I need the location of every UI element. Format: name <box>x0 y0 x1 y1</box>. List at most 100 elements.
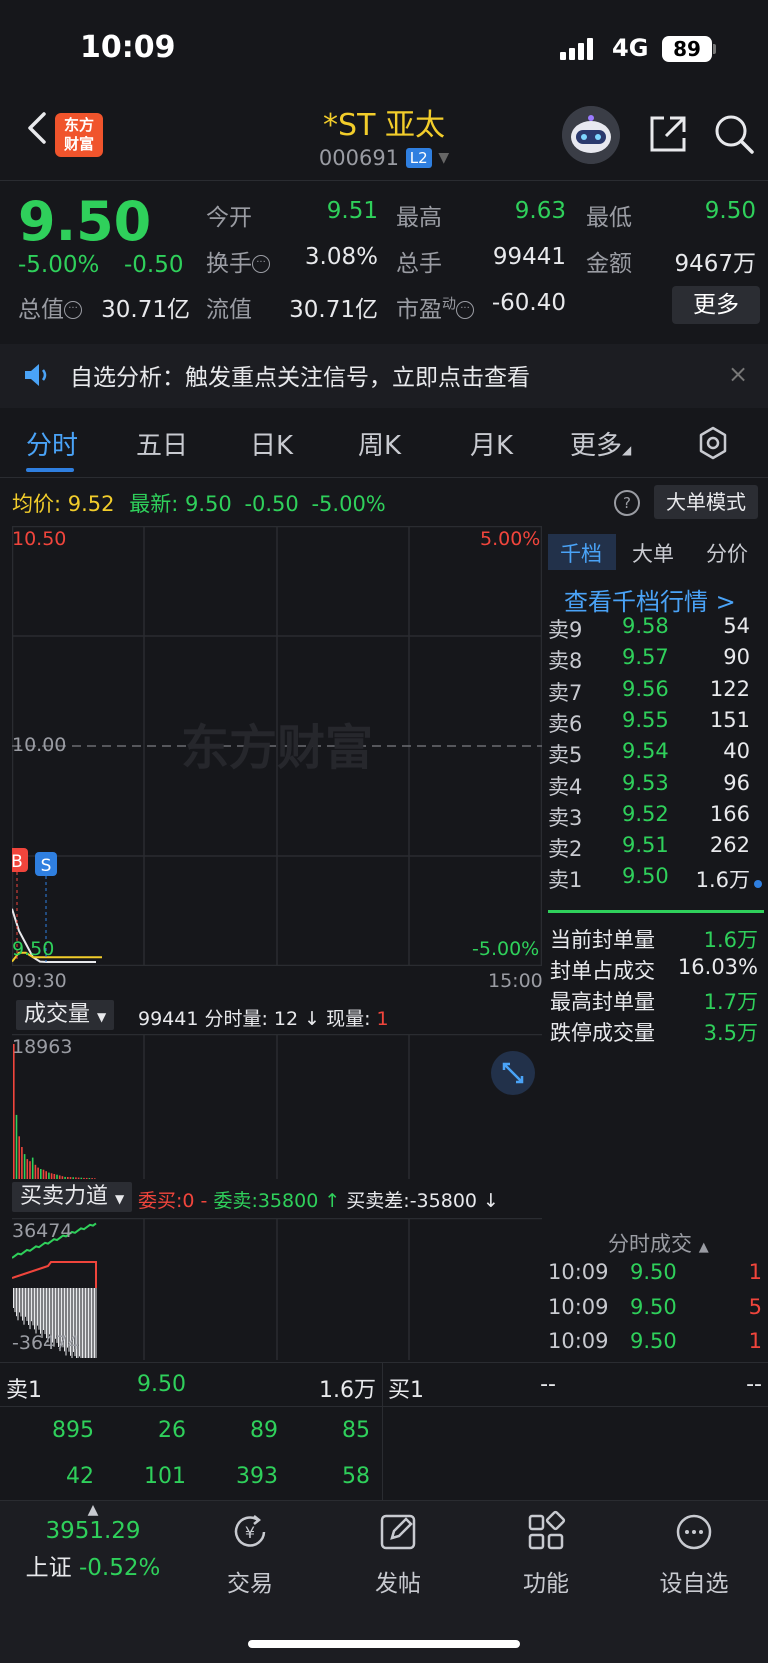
volume-indicator-select[interactable]: 成交量 ▼ <box>16 1000 115 1030</box>
more-dots-icon <box>676 1514 712 1550</box>
info-icon[interactable]: ··· <box>456 301 474 319</box>
trade-qty: 1 <box>748 1329 762 1353</box>
expand-icon[interactable] <box>490 1050 536 1096</box>
dropdown-icon: ▼ <box>438 150 450 166</box>
book-tab-price-dist[interactable]: 分价 <box>706 538 748 568</box>
big-order-mode-button[interactable]: 大单模式 <box>654 485 758 519</box>
gear-icon[interactable] <box>696 426 730 460</box>
tab-more[interactable]: 更多◢ <box>570 425 631 462</box>
ask-row[interactable]: 卖2 9.51 262 <box>548 833 764 864</box>
search-icon[interactable] <box>712 112 756 156</box>
volume-summary: 99441 分时量: 12 ↓ 现量: 1 <box>138 1004 389 1031</box>
nav-functions[interactable]: 功能 <box>486 1510 606 1598</box>
ask-row[interactable]: 卖3 9.52 166 <box>548 802 764 833</box>
close-icon[interactable]: × <box>728 360 748 388</box>
x-axis-start: 09:30 <box>12 970 67 992</box>
amount-value: 9467万 <box>674 251 756 277</box>
float-cap-value: 30.71亿 <box>289 297 378 323</box>
force-diff: 买卖差:-35800 ↓ <box>346 1190 499 1212</box>
more-button[interactable]: 更多 <box>672 286 760 324</box>
tab-five-day[interactable]: 五日 <box>136 425 188 462</box>
help-icon[interactable]: ? <box>614 490 640 516</box>
seal-value: 16.03% <box>677 955 758 979</box>
robot-assistant-icon[interactable] <box>562 106 620 164</box>
ask-row[interactable]: 卖8 9.57 90 <box>548 645 764 676</box>
nav-add-watchlist-label: 设自选 <box>659 1571 729 1597</box>
nav-post[interactable]: 发帖 <box>338 1510 458 1598</box>
volume-bar <box>40 1169 42 1179</box>
speaker-icon <box>25 364 47 386</box>
intraday-price-chart[interactable]: 东方财富 BS <box>12 526 542 966</box>
market-cap-label: 总值 ··· <box>18 290 82 324</box>
change-percent: -5.00% <box>18 252 100 278</box>
grid-icon <box>528 1510 566 1550</box>
open-value: 9.51 <box>326 198 378 224</box>
nav-add-watchlist[interactable]: 设自选 <box>634 1510 754 1598</box>
turnover-label-text: 换手 <box>206 251 252 277</box>
force-bar <box>22 1288 23 1321</box>
share-icon[interactable] <box>646 112 690 156</box>
ask-row[interactable]: 卖4 9.53 96 <box>548 771 764 802</box>
float-cap-label: 流值 <box>206 297 252 323</box>
force-bar <box>29 1288 31 1330</box>
force-bar <box>41 1288 43 1338</box>
force-bar <box>16 1288 17 1317</box>
ask-row[interactable]: 卖6 9.55 151 <box>548 708 764 739</box>
nav-trade[interactable]: ¥ 交易 <box>190 1510 310 1598</box>
info-icon[interactable]: ··· <box>252 255 270 273</box>
force-bar <box>85 1288 86 1358</box>
signal-icon <box>560 38 596 60</box>
trade-qty: 5 <box>748 1294 762 1319</box>
index-widget[interactable]: ▲ 3951.29 上证 -0.52% <box>18 1502 168 1582</box>
volume-bar <box>42 1169 45 1179</box>
tab-intraday[interactable]: 分时 <box>26 425 78 462</box>
ask-price: 9.57 <box>622 645 669 670</box>
force-buy-line <box>12 1261 97 1288</box>
tab-monthly-k[interactable]: 月K <box>470 425 513 462</box>
volume-bar <box>58 1175 61 1179</box>
ask-price: 9.54 <box>622 739 669 764</box>
buy-sell-force-chart[interactable] <box>12 1218 542 1360</box>
ask-label: 卖1 <box>548 868 583 893</box>
volume-chart[interactable] <box>12 1034 542 1179</box>
view-1000-link[interactable]: 查看千档行情 > <box>564 582 736 617</box>
tab-weekly-k[interactable]: 周K <box>358 425 401 462</box>
ask-price: 9.53 <box>622 770 669 795</box>
volume-bar <box>18 1136 20 1179</box>
seal-label: 当前封单量 <box>550 928 655 952</box>
queue-cell: 89 <box>250 1418 278 1443</box>
force-indicator-select[interactable]: 买卖力道 ▼ <box>12 1182 133 1212</box>
pe-label-sup: 动 <box>442 296 456 313</box>
tab-daily-k[interactable]: 日K <box>250 425 293 462</box>
index-row: 上证 -0.52% <box>18 1548 168 1582</box>
book-tab-1000[interactable]: 千档 <box>560 538 602 568</box>
force-bar <box>34 1288 35 1330</box>
volume-bar <box>75 1177 77 1179</box>
latest-pct: -5.00% <box>311 492 386 516</box>
ask-row[interactable]: 卖7 9.56 122 <box>548 677 764 708</box>
turnover-label: 换手 ··· <box>206 244 270 278</box>
force-summary: 委买:0 - 委卖:35800 ↑ 买卖差:-35800 ↓ <box>138 1186 499 1213</box>
watermark: 东方财富 <box>181 722 373 775</box>
info-icon[interactable]: ··· <box>64 301 82 319</box>
force-bar <box>50 1288 52 1339</box>
trades-title[interactable]: 分时成交 ▲ <box>608 1228 709 1258</box>
triangle-icon: ◢ <box>622 443 632 457</box>
network-label: 4G <box>612 34 649 62</box>
book-tab-big-order[interactable]: 大单 <box>632 538 674 568</box>
ask-row[interactable]: 卖5 9.54 40 <box>548 739 764 770</box>
triangle-icon: ▲ <box>698 1240 709 1255</box>
y-axis-bottom: 9.50 <box>12 938 55 960</box>
force-bar <box>37 1288 38 1326</box>
ask-row[interactable]: 卖1 9.50 1.6万 <box>548 864 764 895</box>
volume-bar <box>69 1177 72 1179</box>
strip-buy-qty: -- <box>746 1372 762 1397</box>
trade-price: 9.50 <box>630 1294 677 1319</box>
ask-row[interactable]: 卖9 9.58 54 <box>548 614 764 645</box>
seal-value: 1.7万 <box>703 990 758 1014</box>
last-price: 9.50 <box>18 190 152 253</box>
volume-bar <box>34 1164 37 1179</box>
volume-bar <box>91 1178 93 1179</box>
avg-value: 9.52 <box>67 492 115 516</box>
force-bar <box>19 1288 20 1313</box>
